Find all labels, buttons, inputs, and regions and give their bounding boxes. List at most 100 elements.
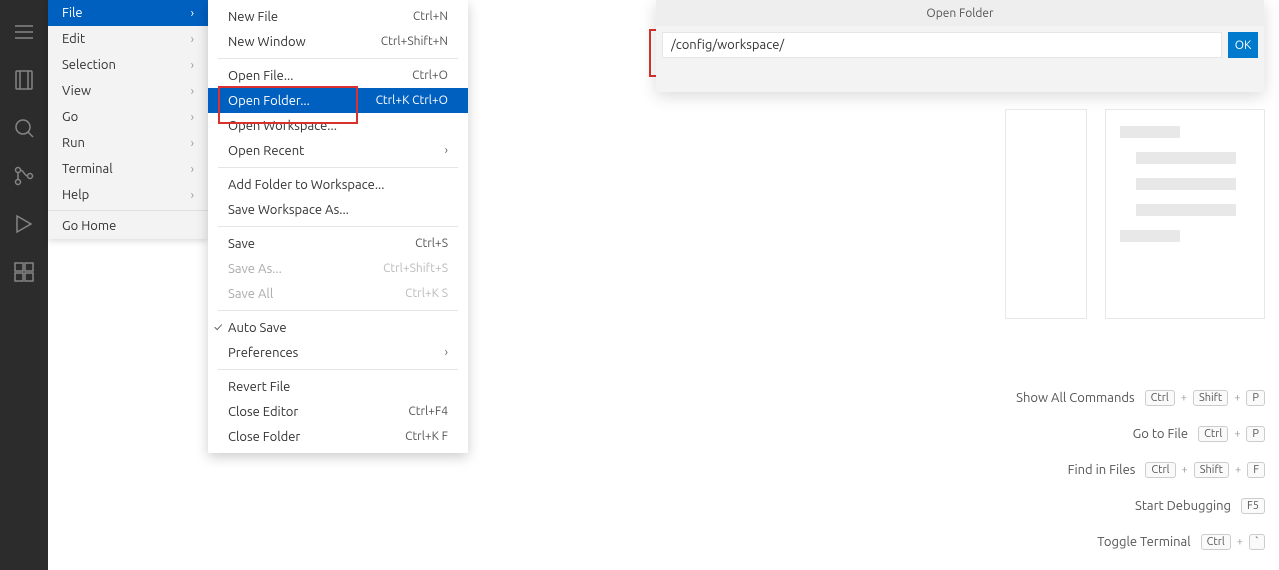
hint-go-to-file: Go to File Ctrl+P [1016,426,1265,442]
explorer-icon[interactable] [0,56,48,104]
key: Ctrl [1145,462,1175,478]
folder-path-input[interactable] [662,32,1222,58]
file-new-window[interactable]: New Window Ctrl+Shift+N [208,29,468,54]
plus-icon: + [1182,464,1188,476]
file-revert-file[interactable]: Revert File [208,374,468,399]
key: ` [1249,534,1265,550]
menu-edit-label: Edit [62,32,85,46]
file-open-folder[interactable]: Open Folder... Ctrl+K Ctrl+O [208,88,468,113]
plus-icon: + [1181,392,1187,404]
placeholder-bar [1136,204,1236,216]
hint-keys: Ctrl+P [1198,426,1265,442]
run-debug-icon[interactable] [0,200,48,248]
preview-card-content[interactable] [1105,109,1265,319]
key: P [1246,426,1265,442]
file-open-folder-kbd: Ctrl+K Ctrl+O [376,94,448,107]
menu-file-label: File [62,6,83,20]
source-control-icon[interactable] [0,152,48,200]
hint-label: Go to File [1133,427,1188,441]
hint-keys: Ctrl+` [1201,534,1265,550]
menu-view-label: View [62,84,91,98]
key: F [1247,462,1265,478]
menu-go[interactable]: Go › [48,104,208,130]
submenu-separator [218,226,458,227]
key: Shift [1194,462,1229,478]
menu-edit[interactable]: Edit › [48,26,208,52]
file-save-as: Save As...Ctrl+Shift+S [208,256,468,281]
menu-run[interactable]: Run › [48,130,208,156]
chevron-right-icon: › [191,163,194,176]
file-add-folder-workspace-label: Add Folder to Workspace... [228,178,384,192]
preview-card-blank[interactable] [1005,109,1087,319]
file-close-folder-kbd: Ctrl+K F [405,430,448,443]
file-new-window-label: New Window [228,35,306,49]
menu-help[interactable]: Help › [48,182,208,208]
hint-find-in-files: Find in Files Ctrl + Shift + F [1016,462,1265,478]
file-save[interactable]: SaveCtrl+S [208,231,468,256]
hint-label: Toggle Terminal [1097,535,1190,549]
file-new-file-kbd: Ctrl+N [413,10,448,23]
check-icon: ✓ [214,321,222,334]
file-close-editor[interactable]: Close Editor Ctrl+F4 [208,399,468,424]
file-new-window-kbd: Ctrl+Shift+N [381,35,448,48]
file-save-all: Save All Ctrl+K S [208,281,468,306]
file-auto-save[interactable]: ✓ Auto Save [208,315,468,340]
dialog-list-area [656,64,1264,92]
chevron-right-icon: › [191,7,194,20]
plus-icon: + [1234,428,1240,440]
hint-show-all-commands: Show All Commands Ctrl+Shift+P [1016,390,1265,406]
hint-label: Show All Commands [1016,391,1134,405]
placeholder-bar [1120,230,1180,242]
menu-selection[interactable]: Selection › [48,52,208,78]
chevron-right-icon: › [191,189,194,202]
extensions-icon[interactable] [0,248,48,296]
menu-go-home[interactable]: Go Home [48,213,208,239]
key: Shift [1193,390,1228,406]
hint-label: Start Debugging [1135,499,1231,513]
file-new-file-label: New File [228,10,278,24]
file-open-workspace-label: Open Workspace... [228,119,337,133]
menu-terminal-label: Terminal [62,162,113,176]
file-open-folder-label: Open Folder... [228,94,310,108]
welcome-preview-thumbnails [1005,109,1265,319]
chevron-right-icon: › [191,111,194,124]
menu-terminal[interactable]: Terminal › [48,156,208,182]
menu-file[interactable]: File › [48,0,208,26]
menu-selection-label: Selection [62,58,116,72]
hint-label: Find in Files [1068,463,1136,477]
menu-go-label: Go [62,110,78,124]
file-close-editor-kbd: Ctrl+F4 [408,405,448,418]
key: P [1246,390,1265,406]
submenu-separator [218,58,458,59]
file-auto-save-label: Auto Save [228,321,287,335]
file-open-file[interactable]: Open File...Ctrl+O [208,63,468,88]
submenu-separator [218,369,458,370]
file-new-file[interactable]: New File Ctrl+N [208,4,468,29]
file-open-recent[interactable]: Open Recent› [208,138,468,163]
file-save-workspace-as-label: Save Workspace As... [228,203,349,217]
file-submenu: New File Ctrl+N New Window Ctrl+Shift+N Op… [208,0,468,453]
search-icon[interactable] [0,104,48,152]
dialog-ok-button[interactable]: OK [1228,32,1258,58]
file-preferences[interactable]: Preferences› [208,340,468,365]
file-save-all-kbd: Ctrl+K S [405,287,448,300]
file-save-all-label: Save All [228,287,273,301]
chevron-right-icon: › [191,85,194,98]
placeholder-bar [1136,152,1236,164]
submenu-separator [218,310,458,311]
file-save-workspace-as[interactable]: Save Workspace As... [208,197,468,222]
file-close-editor-label: Close Editor [228,405,298,419]
file-open-file-label: Open File... [228,69,293,83]
file-close-folder[interactable]: Close FolderCtrl+K F [208,424,468,449]
file-open-workspace[interactable]: Open Workspace... [208,113,468,138]
plus-icon: + [1235,464,1241,476]
menu-icon[interactable] [0,8,48,56]
open-folder-dialog: Open Folder OK [656,0,1264,92]
menu-view[interactable]: View › [48,78,208,104]
file-save-as-kbd: Ctrl+Shift+S [383,262,448,275]
chevron-right-icon: › [191,59,194,72]
file-add-folder-workspace[interactable]: Add Folder to Workspace... [208,172,468,197]
plus-icon: + [1237,536,1243,548]
file-open-recent-label: Open Recent [228,144,304,158]
key: F5 [1241,498,1265,514]
